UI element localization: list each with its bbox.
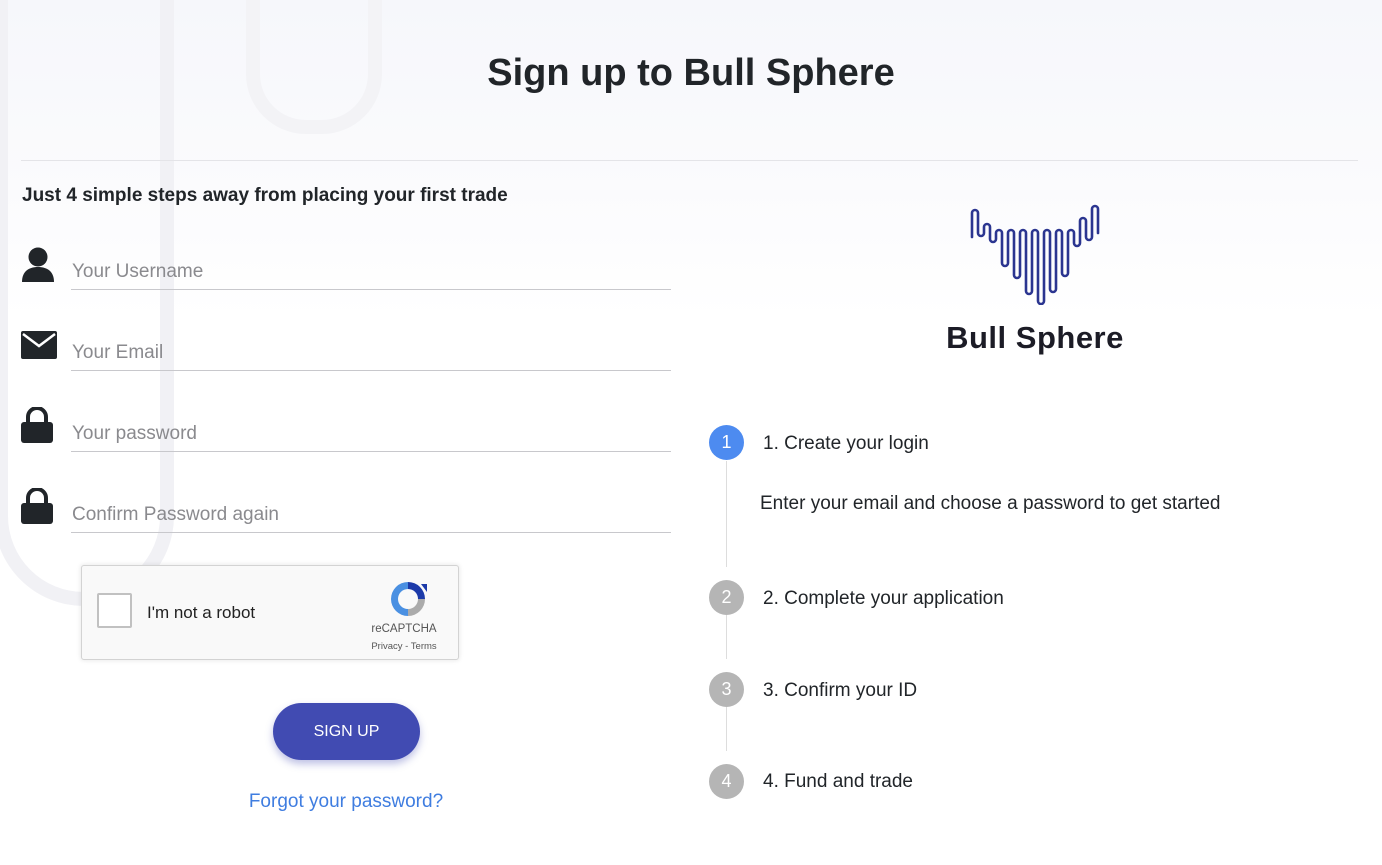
page-subtitle: Just 4 simple steps away from placing yo…: [22, 185, 508, 206]
confirm-password-input[interactable]: [71, 497, 671, 533]
username-input[interactable]: [71, 254, 671, 290]
forgot-password-link[interactable]: Forgot your password?: [0, 791, 692, 813]
recaptcha-links-separator: -: [402, 641, 411, 652]
step-connector: [726, 461, 727, 567]
header-divider: [21, 160, 1358, 161]
signup-page: Sign up to Bull Sphere Just 4 simple ste…: [0, 0, 1382, 865]
step-connector: [726, 707, 727, 751]
step-2-label: 2. Complete your application: [763, 588, 1004, 609]
step-4-label: 4. Fund and trade: [763, 771, 913, 792]
recaptcha-checkbox[interactable]: [97, 593, 132, 628]
step-4-number: 4: [709, 764, 744, 799]
signup-button[interactable]: SIGN UP: [273, 703, 420, 760]
username-field: [21, 242, 671, 302]
step-1-number: 1: [709, 425, 744, 460]
recaptcha-label: I'm not a robot: [147, 603, 256, 622]
password-input[interactable]: [71, 416, 671, 452]
recaptcha-privacy-link[interactable]: Privacy: [371, 641, 402, 652]
envelope-icon: [21, 331, 57, 369]
lock-icon: [21, 487, 55, 526]
bull-sphere-logo-icon: [968, 203, 1102, 306]
bull-sphere-logo-text: Bull Sphere: [946, 320, 1124, 355]
step-connector: [726, 615, 727, 659]
step-1-label: 1. Create your login: [763, 433, 929, 454]
recaptcha-logo-icon: [387, 578, 429, 620]
step-2-number: 2: [709, 580, 744, 615]
step-3-number: 3: [709, 672, 744, 707]
step-3-label: 3. Confirm your ID: [763, 680, 918, 701]
recaptcha-terms-link[interactable]: Terms: [411, 641, 437, 652]
password-field: [21, 404, 671, 464]
user-icon: [21, 245, 55, 283]
recaptcha-widget: I'm not a robot reCAPTCHA Privacy - Term…: [81, 565, 459, 660]
step-1-description: Enter your email and choose a password t…: [760, 493, 1221, 514]
recaptcha-brand: reCAPTCHA: [371, 623, 437, 635]
email-input[interactable]: [71, 335, 671, 371]
email-field: [21, 323, 671, 383]
confirm-password-field: [21, 485, 671, 545]
lock-icon: [21, 406, 55, 445]
page-title: Sign up to Bull Sphere: [487, 52, 895, 94]
recaptcha-links: Privacy - Terms: [364, 641, 444, 652]
